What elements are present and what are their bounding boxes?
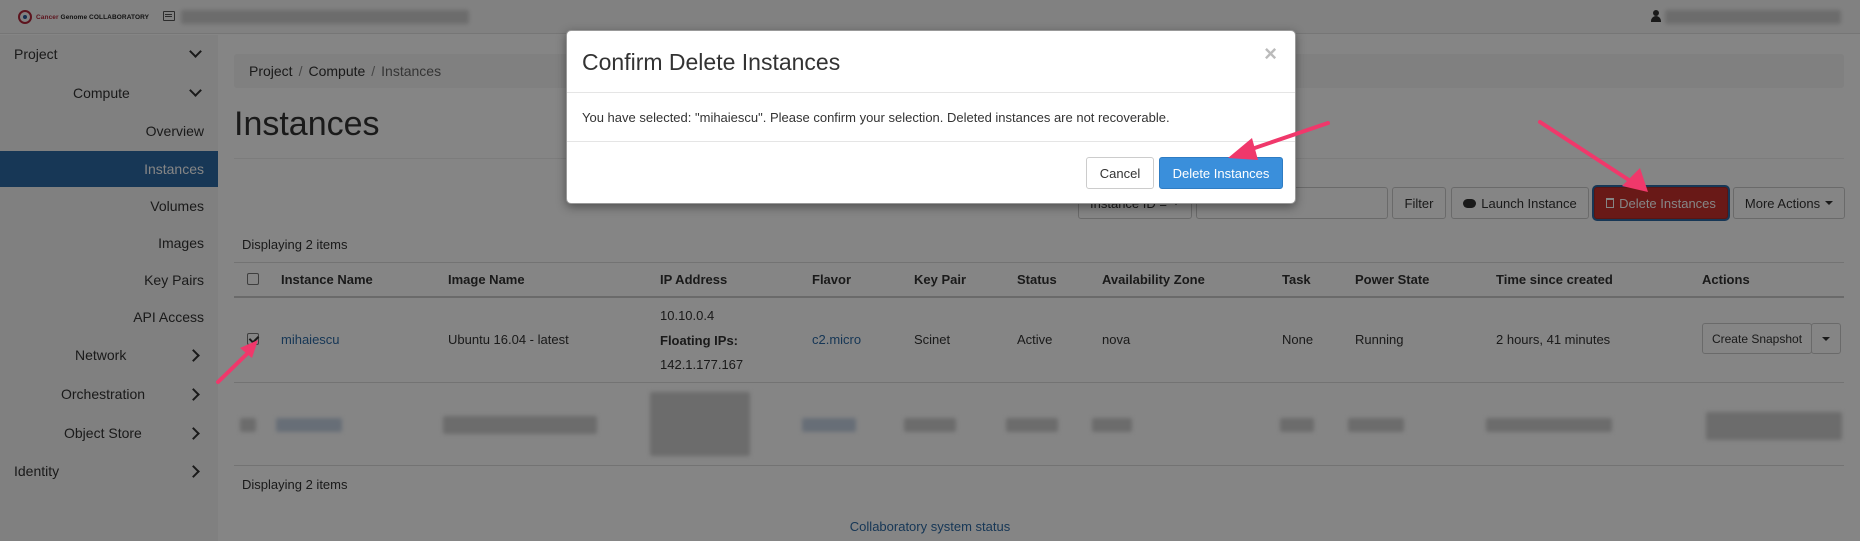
cancel-button[interactable]: Cancel: [1086, 157, 1154, 189]
modal-header-divider: [567, 92, 1295, 93]
close-icon[interactable]: ×: [1264, 41, 1277, 67]
modal-title: Confirm Delete Instances: [582, 49, 841, 75]
confirm-delete-button[interactable]: Delete Instances: [1159, 157, 1283, 189]
cancel-label: Cancel: [1099, 165, 1141, 181]
modal-footer-divider: [567, 141, 1295, 142]
confirm-delete-label: Delete Instances: [1172, 165, 1270, 181]
confirm-delete-modal: Confirm Delete Instances × You have sele…: [566, 30, 1296, 204]
modal-body-text: You have selected: "mihaiescu". Please c…: [582, 110, 1170, 125]
